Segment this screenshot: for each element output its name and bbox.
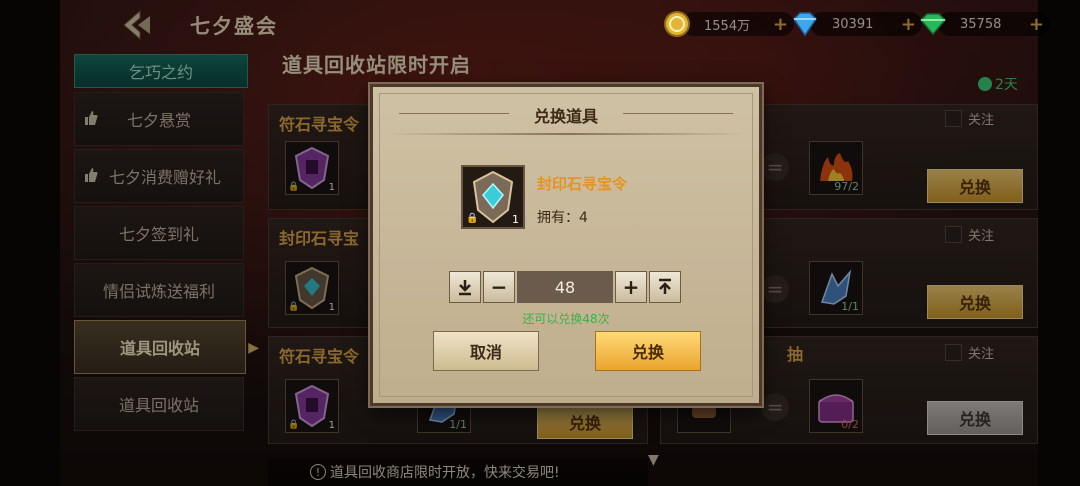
remaining-hint: 还可以兑换48次 xyxy=(522,312,610,326)
arrow-to-top-icon xyxy=(659,278,671,294)
lock-icon: 🔒 xyxy=(466,213,479,224)
dialog-item-slot: 1 🔒 xyxy=(461,165,525,229)
decrease-button[interactable]: − xyxy=(483,271,515,303)
quantity-stepper: − 48 + xyxy=(449,270,683,304)
gold-coin-icon xyxy=(662,9,692,39)
dialog-title: 兑换道具 xyxy=(533,107,598,126)
increase-button[interactable]: + xyxy=(615,271,647,303)
exchange-dialog: 兑换道具 1 🔒 封印石寻宝令 拥有：4 − 48 + 还可以兑换48次 取消 … xyxy=(370,84,762,406)
divider xyxy=(385,133,747,135)
max-quantity-button[interactable] xyxy=(649,271,681,303)
min-quantity-button[interactable] xyxy=(449,271,481,303)
confirm-exchange-button[interactable]: 兑换 xyxy=(595,331,701,371)
owned-count: 拥有：4 xyxy=(537,210,588,226)
arrow-to-bottom-icon xyxy=(459,280,471,296)
item-count: 1 xyxy=(512,213,519,226)
item-name: 封印石寻宝令 xyxy=(537,175,628,193)
cancel-button[interactable]: 取消 xyxy=(433,331,539,371)
green-gem-icon xyxy=(918,9,948,39)
blue-diamond-icon xyxy=(790,9,820,39)
quantity-value[interactable]: 48 xyxy=(517,271,613,303)
